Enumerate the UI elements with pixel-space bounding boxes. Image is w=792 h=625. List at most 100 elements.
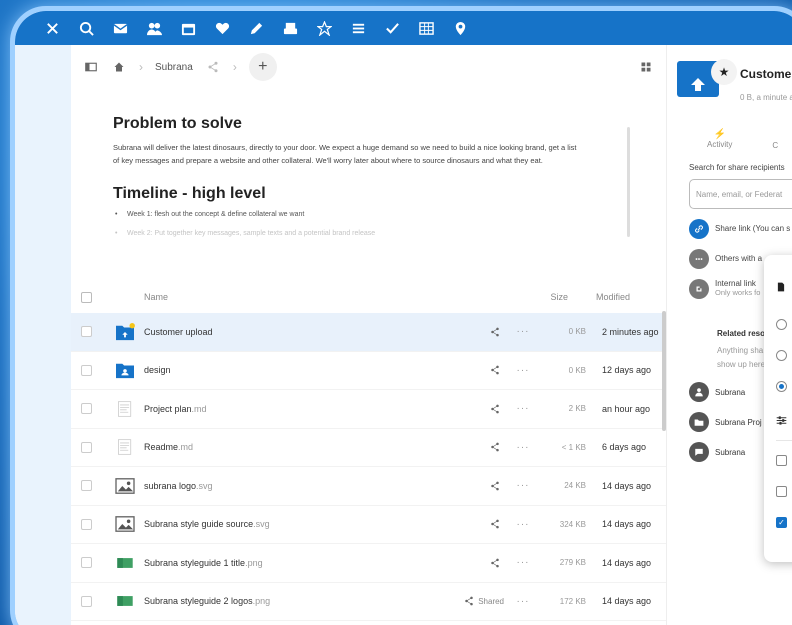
share-button[interactable]	[444, 442, 504, 452]
file-extension: .svg	[253, 519, 270, 530]
file-extension: .png	[252, 596, 271, 607]
share-icon	[491, 481, 499, 491]
share-icon	[491, 519, 499, 529]
file-size: 172 KB	[559, 596, 586, 606]
share-icon[interactable]	[205, 59, 221, 75]
more-actions-icon[interactable]: ···	[504, 519, 542, 530]
share-button[interactable]	[444, 558, 504, 568]
tab-activity[interactable]: ⚡ Activity	[707, 129, 732, 149]
menu-icon[interactable]	[35, 11, 69, 45]
file-list-header: Name Size Modified	[71, 281, 666, 313]
image-icon	[114, 514, 136, 534]
file-name[interactable]: Project plan.md	[144, 404, 444, 414]
column-modified[interactable]: Modified	[568, 292, 648, 302]
share-search-input[interactable]: Name, email, or Federat	[689, 179, 792, 209]
table-row[interactable]: Project plan.md ··· 2 KB an hour ago	[71, 390, 666, 429]
share-icon	[465, 596, 473, 606]
row-checkbox[interactable]	[81, 441, 92, 453]
row-checkbox[interactable]	[81, 364, 92, 376]
sidebar-toggle-icon[interactable]	[83, 59, 99, 75]
table-row[interactable]: subrana logo.svg ··· 24 KB 14 days ago	[71, 467, 666, 506]
row-checkbox[interactable]	[81, 480, 92, 492]
pencil-icon[interactable]	[239, 11, 273, 45]
more-actions-icon[interactable]: ···	[504, 596, 542, 607]
file-name[interactable]: Customer upload	[144, 327, 444, 337]
share-link-entry[interactable]: Share link (You can s	[667, 219, 792, 239]
list-icon[interactable]	[341, 11, 375, 45]
map-pin-icon[interactable]	[443, 11, 477, 45]
row-checkbox[interactable]	[81, 403, 92, 415]
column-name[interactable]: Name	[144, 292, 496, 302]
new-button[interactable]: +	[248, 53, 277, 81]
tab-comments[interactable]: C	[772, 129, 778, 150]
table-icon[interactable]	[409, 11, 443, 45]
resource-label: Subrana	[715, 447, 746, 457]
file-name[interactable]: Subrana styleguide 1 title.png	[144, 558, 444, 568]
star-icon[interactable]	[307, 11, 341, 45]
more-actions-icon[interactable]: ···	[504, 557, 542, 568]
share-button[interactable]	[444, 327, 504, 337]
table-row[interactable]: Customer upload ··· 0 KB 2 minutes ago	[71, 313, 666, 352]
file-name[interactable]: Readme.md	[144, 442, 444, 452]
table-row[interactable]: Readme.md ··· < 1 KB 6 days ago	[71, 429, 666, 467]
permission-radio[interactable]	[776, 350, 787, 361]
file-modified: 14 days ago	[602, 596, 652, 607]
others-label: Others with a	[715, 254, 763, 263]
select-all-checkbox[interactable]	[81, 291, 92, 303]
mail-icon[interactable]	[103, 11, 137, 45]
option-checkbox-checked[interactable]: ✓	[776, 517, 787, 528]
file-name[interactable]: design	[144, 365, 444, 375]
more-actions-icon[interactable]: ···	[504, 480, 542, 491]
share-button[interactable]	[444, 404, 504, 414]
file-name[interactable]: Subrana style guide source.svg	[144, 519, 444, 529]
permission-radio[interactable]	[776, 319, 787, 330]
row-checkbox[interactable]	[81, 595, 92, 607]
file-name[interactable]: Subrana styleguide 2 logos.png	[144, 596, 444, 606]
option-checkbox[interactable]	[776, 486, 787, 497]
more-actions-icon[interactable]: ···	[504, 365, 542, 376]
more-actions-icon[interactable]: ···	[504, 403, 542, 414]
share-button[interactable]: Shared	[444, 596, 504, 606]
search-icon[interactable]	[69, 11, 103, 45]
more-actions-icon[interactable]: ···	[504, 326, 542, 337]
readme-scrollbar[interactable]	[627, 127, 630, 237]
share-button[interactable]	[444, 365, 504, 375]
breadcrumb-folder[interactable]: Subrana	[155, 62, 193, 73]
row-checkbox[interactable]	[81, 557, 92, 569]
calendar-icon[interactable]	[171, 11, 205, 45]
left-gutter	[15, 45, 71, 625]
internal-link-label: Internal link	[715, 279, 756, 288]
more-actions-icon[interactable]: ···	[504, 442, 542, 453]
heart-icon[interactable]	[205, 11, 239, 45]
file-modified: 14 days ago	[602, 557, 652, 568]
option-checkbox[interactable]	[776, 455, 787, 466]
activity-icon: ⚡	[713, 129, 726, 140]
file-extension: .png	[245, 557, 263, 568]
file-modified: 12 days ago	[602, 365, 652, 376]
column-size[interactable]: Size	[496, 292, 568, 302]
row-checkbox[interactable]	[81, 326, 92, 338]
sidebar-header: ★ Customer u 0 B, a minute a	[667, 45, 792, 105]
grid-view-icon[interactable]	[638, 59, 654, 75]
share-button[interactable]	[444, 519, 504, 529]
file-extension: .md	[178, 442, 194, 453]
files-main: › Subrana › + Problem to solve Subrana w…	[71, 45, 666, 625]
check-icon[interactable]	[375, 11, 409, 45]
table-row[interactable]: design ··· 0 KB 12 days ago	[71, 352, 666, 390]
table-row[interactable]: Subrana style guide source.svg ··· 324 KB 1…	[71, 506, 666, 544]
file-size: < 1 KB	[561, 442, 586, 452]
contacts-icon[interactable]	[137, 11, 171, 45]
row-checkbox[interactable]	[81, 518, 92, 530]
table-row[interactable]: Subrana styleguide 2 logos.png Shared ··· 1…	[71, 583, 666, 621]
home-icon[interactable]	[111, 59, 127, 75]
inbox-icon[interactable]	[273, 11, 307, 45]
permission-radio-selected[interactable]	[776, 381, 787, 392]
tab-label: Activity	[707, 140, 733, 149]
file-extension: .md	[191, 403, 207, 414]
favorite-star-icon[interactable]: ★	[711, 59, 737, 85]
file-name[interactable]: subrana logo.svg	[144, 481, 444, 491]
resource-label: Subrana	[715, 387, 746, 397]
settings-sliders-icon[interactable]	[776, 413, 787, 425]
share-button[interactable]	[444, 481, 504, 491]
table-row[interactable]: Subrana styleguide 1 title.png ··· 279 KB 1…	[71, 544, 666, 583]
